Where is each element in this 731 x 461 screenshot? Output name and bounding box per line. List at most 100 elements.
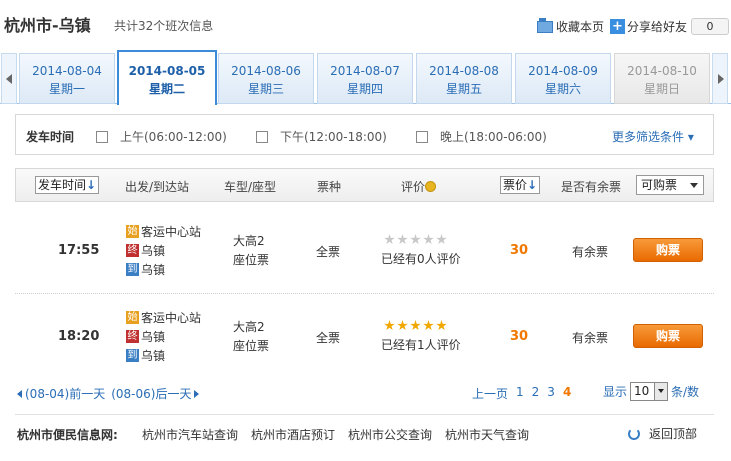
end-tag: 终 <box>126 330 139 343</box>
end-stop: 终乌镇 <box>126 327 201 346</box>
bus-type: 大高2 座位票 <box>233 232 269 270</box>
footer: 杭州市便民信息网: 杭州市汽车站查询 杭州市酒店预订 杭州市公交查询 杭州市天气… <box>15 414 714 452</box>
sort-down-icon: ↓ <box>86 178 97 192</box>
share-link[interactable]: + 分享给好友 <box>610 18 687 35</box>
date-tab[interactable]: 2014-08-06 星期三 <box>218 53 314 104</box>
plus-icon: + <box>610 19 625 34</box>
filter-morning[interactable]: 上午(06:00-12:00) <box>96 128 227 145</box>
pagination: (08-04)前一天 (08-06)后一天 上一页 1 2 3 4 显示 10 … <box>15 380 714 404</box>
next-day-link[interactable]: (08-06)后一天 <box>111 385 191 402</box>
prev-dates-button[interactable] <box>1 53 17 104</box>
arrive-tag: 到 <box>126 263 139 276</box>
tab-date: 2014-08-09 <box>528 64 598 78</box>
table-row: 18:20 始客运中心站 终乌镇 到乌镇 大高2 座位票 全票 已经有1人评价 … <box>15 296 714 380</box>
filter-label: 发车时间 <box>26 130 75 144</box>
route-count: 共计32个班次信息 <box>114 19 214 33</box>
sort-by-time-button[interactable]: 发车时间↓ <box>35 176 100 194</box>
arrive-station: 乌镇 <box>141 263 166 277</box>
page-header: 杭州市-乌镇 共计32个班次信息 收藏本页 + 分享给好友 0 <box>0 0 731 48</box>
chevron-left-icon <box>6 74 12 84</box>
chevron-down-icon <box>654 383 668 400</box>
back-to-top-label: 返回顶部 <box>649 427 698 441</box>
start-stop: 始客运中心站 <box>126 222 201 241</box>
start-tag: 始 <box>126 311 139 324</box>
arrive-stop: 到乌镇 <box>126 260 201 279</box>
departure-filter: 发车时间 上午(06:00-12:00) 下午(12:00-18:00) 晚上(… <box>15 114 714 155</box>
route-stops: 始客运中心站 终乌镇 到乌镇 <box>126 308 201 365</box>
footer-link[interactable]: 杭州市酒店预订 <box>251 426 335 443</box>
date-tab[interactable]: 2014-08-09 星期六 <box>515 53 611 104</box>
start-station: 客运中心站 <box>141 311 202 325</box>
end-station: 乌镇 <box>141 244 166 258</box>
seats-header: 是否有余票 <box>561 180 622 194</box>
page-link[interactable]: 3 <box>547 385 555 402</box>
tab-weekday: 星期日 <box>643 82 680 96</box>
footer-link[interactable]: 杭州市公交查询 <box>348 426 432 443</box>
triangle-left-icon <box>17 389 22 398</box>
next-dates-button[interactable] <box>712 53 728 104</box>
page-size-control: 显示 10 条/数 <box>603 382 699 401</box>
rating-count: 已经有1人评价 <box>381 338 461 352</box>
star-icon <box>436 320 447 331</box>
more-filters-label: 更多筛选条件 <box>612 130 685 144</box>
share-label: 分享给好友 <box>627 20 688 34</box>
date-tab[interactable]: 2014-08-07 星期四 <box>317 53 413 104</box>
bus-type: 大高2 座位票 <box>233 318 269 356</box>
availability-select[interactable]: 可购票 <box>636 175 704 195</box>
star-icon <box>384 234 395 245</box>
chevron-down-icon <box>690 183 698 188</box>
date-tab[interactable]: 2014-08-08 星期五 <box>416 53 512 104</box>
footer-link[interactable]: 杭州市天气查询 <box>445 426 529 443</box>
arrive-station: 乌镇 <box>141 349 166 363</box>
departure-time: 17:55 <box>58 243 100 258</box>
tab-date: 2014-08-06 <box>231 64 301 78</box>
page-link[interactable]: 1 <box>516 385 524 402</box>
prev-page-link[interactable]: 上一页 <box>472 385 508 402</box>
date-tab[interactable]: 2014-08-04 星期一 <box>19 53 115 104</box>
prev-day-link[interactable]: (08-04)前一天 <box>25 385 105 402</box>
triangle-right-icon <box>194 389 200 398</box>
rating: 已经有1人评价 <box>381 320 461 353</box>
tab-date: 2014-08-07 <box>330 64 400 78</box>
date-tab-active[interactable]: 2014-08-05 星期二 <box>117 50 217 105</box>
buy-ticket-button[interactable]: 购票 <box>633 238 703 262</box>
ticket-type: 全票 <box>316 331 341 345</box>
coin-icon <box>425 181 437 192</box>
rating: 已经有0人评价 <box>381 234 461 267</box>
favorite-link[interactable]: 收藏本页 <box>537 17 604 35</box>
start-station: 客运中心站 <box>141 225 202 239</box>
folder-icon <box>537 17 553 33</box>
star-icon <box>436 234 447 245</box>
tab-weekday: 星期四 <box>346 82 383 96</box>
tab-weekday: 星期六 <box>544 82 581 96</box>
refresh-icon <box>628 427 640 440</box>
checkbox[interactable] <box>416 130 428 143</box>
tab-date: 2014-08-04 <box>32 64 102 78</box>
footer-link[interactable]: 杭州市汽车站查询 <box>142 426 238 443</box>
date-tab-bar: 2014-08-04 星期一 2014-08-05 星期二 2014-08-06… <box>0 50 731 105</box>
bus-model: 大高2 <box>233 234 265 248</box>
filter-option-label: 上午(06:00-12:00) <box>120 130 227 144</box>
rating-count: 已经有0人评价 <box>381 252 461 266</box>
schedule-table-header: 发车时间↓ 出发/到达站 车型/座型 票种 评价 票价↓ 是否有余票 可购票 <box>15 168 714 202</box>
arrive-stop: 到乌镇 <box>126 346 201 365</box>
ticket-price: 30 <box>510 243 529 258</box>
page-links: 上一页 1 2 3 4 <box>472 385 571 402</box>
page-size-select[interactable]: 10 <box>630 382 669 401</box>
filter-afternoon[interactable]: 下午(12:00-18:00) <box>256 128 387 145</box>
buy-ticket-button[interactable]: 购票 <box>633 324 703 348</box>
filter-evening[interactable]: 晚上(18:00-06:00) <box>416 128 547 145</box>
back-to-top-link[interactable]: 返回顶部 <box>628 425 697 442</box>
filter-option-label: 晚上(18:00-06:00) <box>440 130 547 144</box>
start-tag: 始 <box>126 225 139 238</box>
price-header-label: 票价 <box>503 178 528 192</box>
footer-label: 杭州市便民信息网: <box>17 428 118 442</box>
page-size-value: 10 <box>634 384 650 398</box>
checkbox[interactable] <box>96 130 108 143</box>
rating-header-label: 评价 <box>401 180 426 194</box>
page-link[interactable]: 2 <box>532 385 540 402</box>
more-filters-link[interactable]: 更多筛选条件 ▾ <box>612 128 694 145</box>
end-station: 乌镇 <box>141 330 166 344</box>
checkbox[interactable] <box>256 130 268 143</box>
sort-by-price-button[interactable]: 票价↓ <box>500 176 541 194</box>
